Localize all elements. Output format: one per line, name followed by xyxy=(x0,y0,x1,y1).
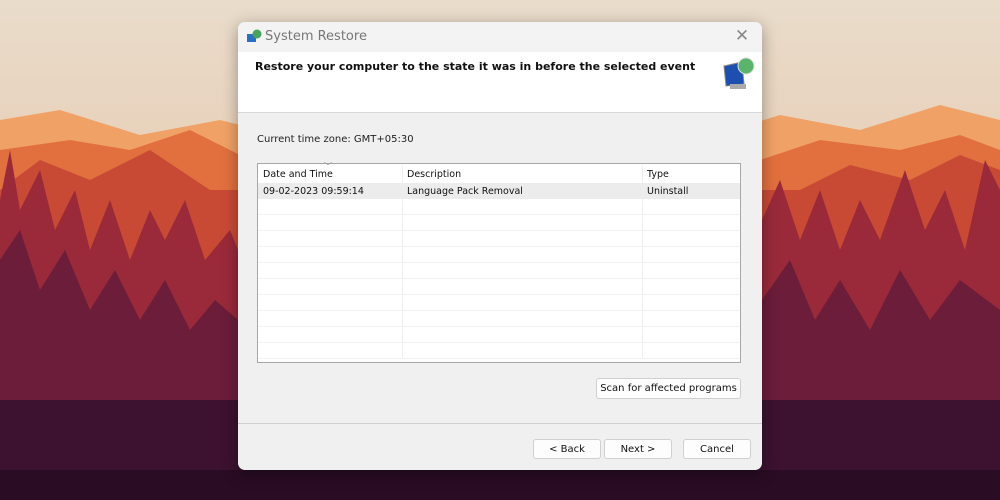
empty-row xyxy=(258,343,740,359)
system-restore-dialog: System Restore ✕ Restore your computer t… xyxy=(238,22,762,470)
close-icon[interactable]: ✕ xyxy=(732,26,752,46)
timezone-label: Current time zone: GMT+05:30 xyxy=(257,134,414,145)
empty-row xyxy=(258,311,740,327)
empty-row xyxy=(258,215,740,231)
title-bar: System Restore ✕ xyxy=(238,22,762,52)
divider xyxy=(238,423,762,424)
cancel-button[interactable]: Cancel xyxy=(683,439,751,459)
empty-row xyxy=(258,295,740,311)
cell-date: 09-02-2023 09:59:14 xyxy=(258,183,403,199)
system-restore-icon xyxy=(723,57,755,89)
next-button[interactable]: Next > xyxy=(604,439,672,459)
empty-row xyxy=(258,231,740,247)
sort-chevron-icon: ﹀ xyxy=(324,162,332,171)
empty-row xyxy=(258,247,740,263)
column-header-type[interactable]: Type xyxy=(643,165,740,183)
table-row[interactable]: 09-02-2023 09:59:14 Language Pack Remova… xyxy=(258,183,740,199)
back-button[interactable]: < Back xyxy=(533,439,601,459)
wizard-header: Restore your computer to the state it wa… xyxy=(238,52,762,113)
column-header-date[interactable]: ﹀ Date and Time xyxy=(258,162,403,183)
table-header: ﹀ Date and Time Description Type xyxy=(258,162,740,183)
scan-affected-programs-button[interactable]: Scan for affected programs xyxy=(596,378,741,399)
empty-row xyxy=(258,279,740,295)
system-restore-icon xyxy=(247,29,262,42)
empty-row xyxy=(258,263,740,279)
empty-row xyxy=(258,199,740,215)
column-header-description[interactable]: Description xyxy=(403,165,643,183)
empty-row xyxy=(258,327,740,343)
header-text: Restore your computer to the state it wa… xyxy=(255,60,696,73)
cell-description: Language Pack Removal xyxy=(403,183,643,199)
restore-points-table[interactable]: ﹀ Date and Time Description Type 09-02-20… xyxy=(257,162,741,363)
cell-type: Uninstall xyxy=(647,185,689,197)
window-title: System Restore xyxy=(265,29,367,44)
